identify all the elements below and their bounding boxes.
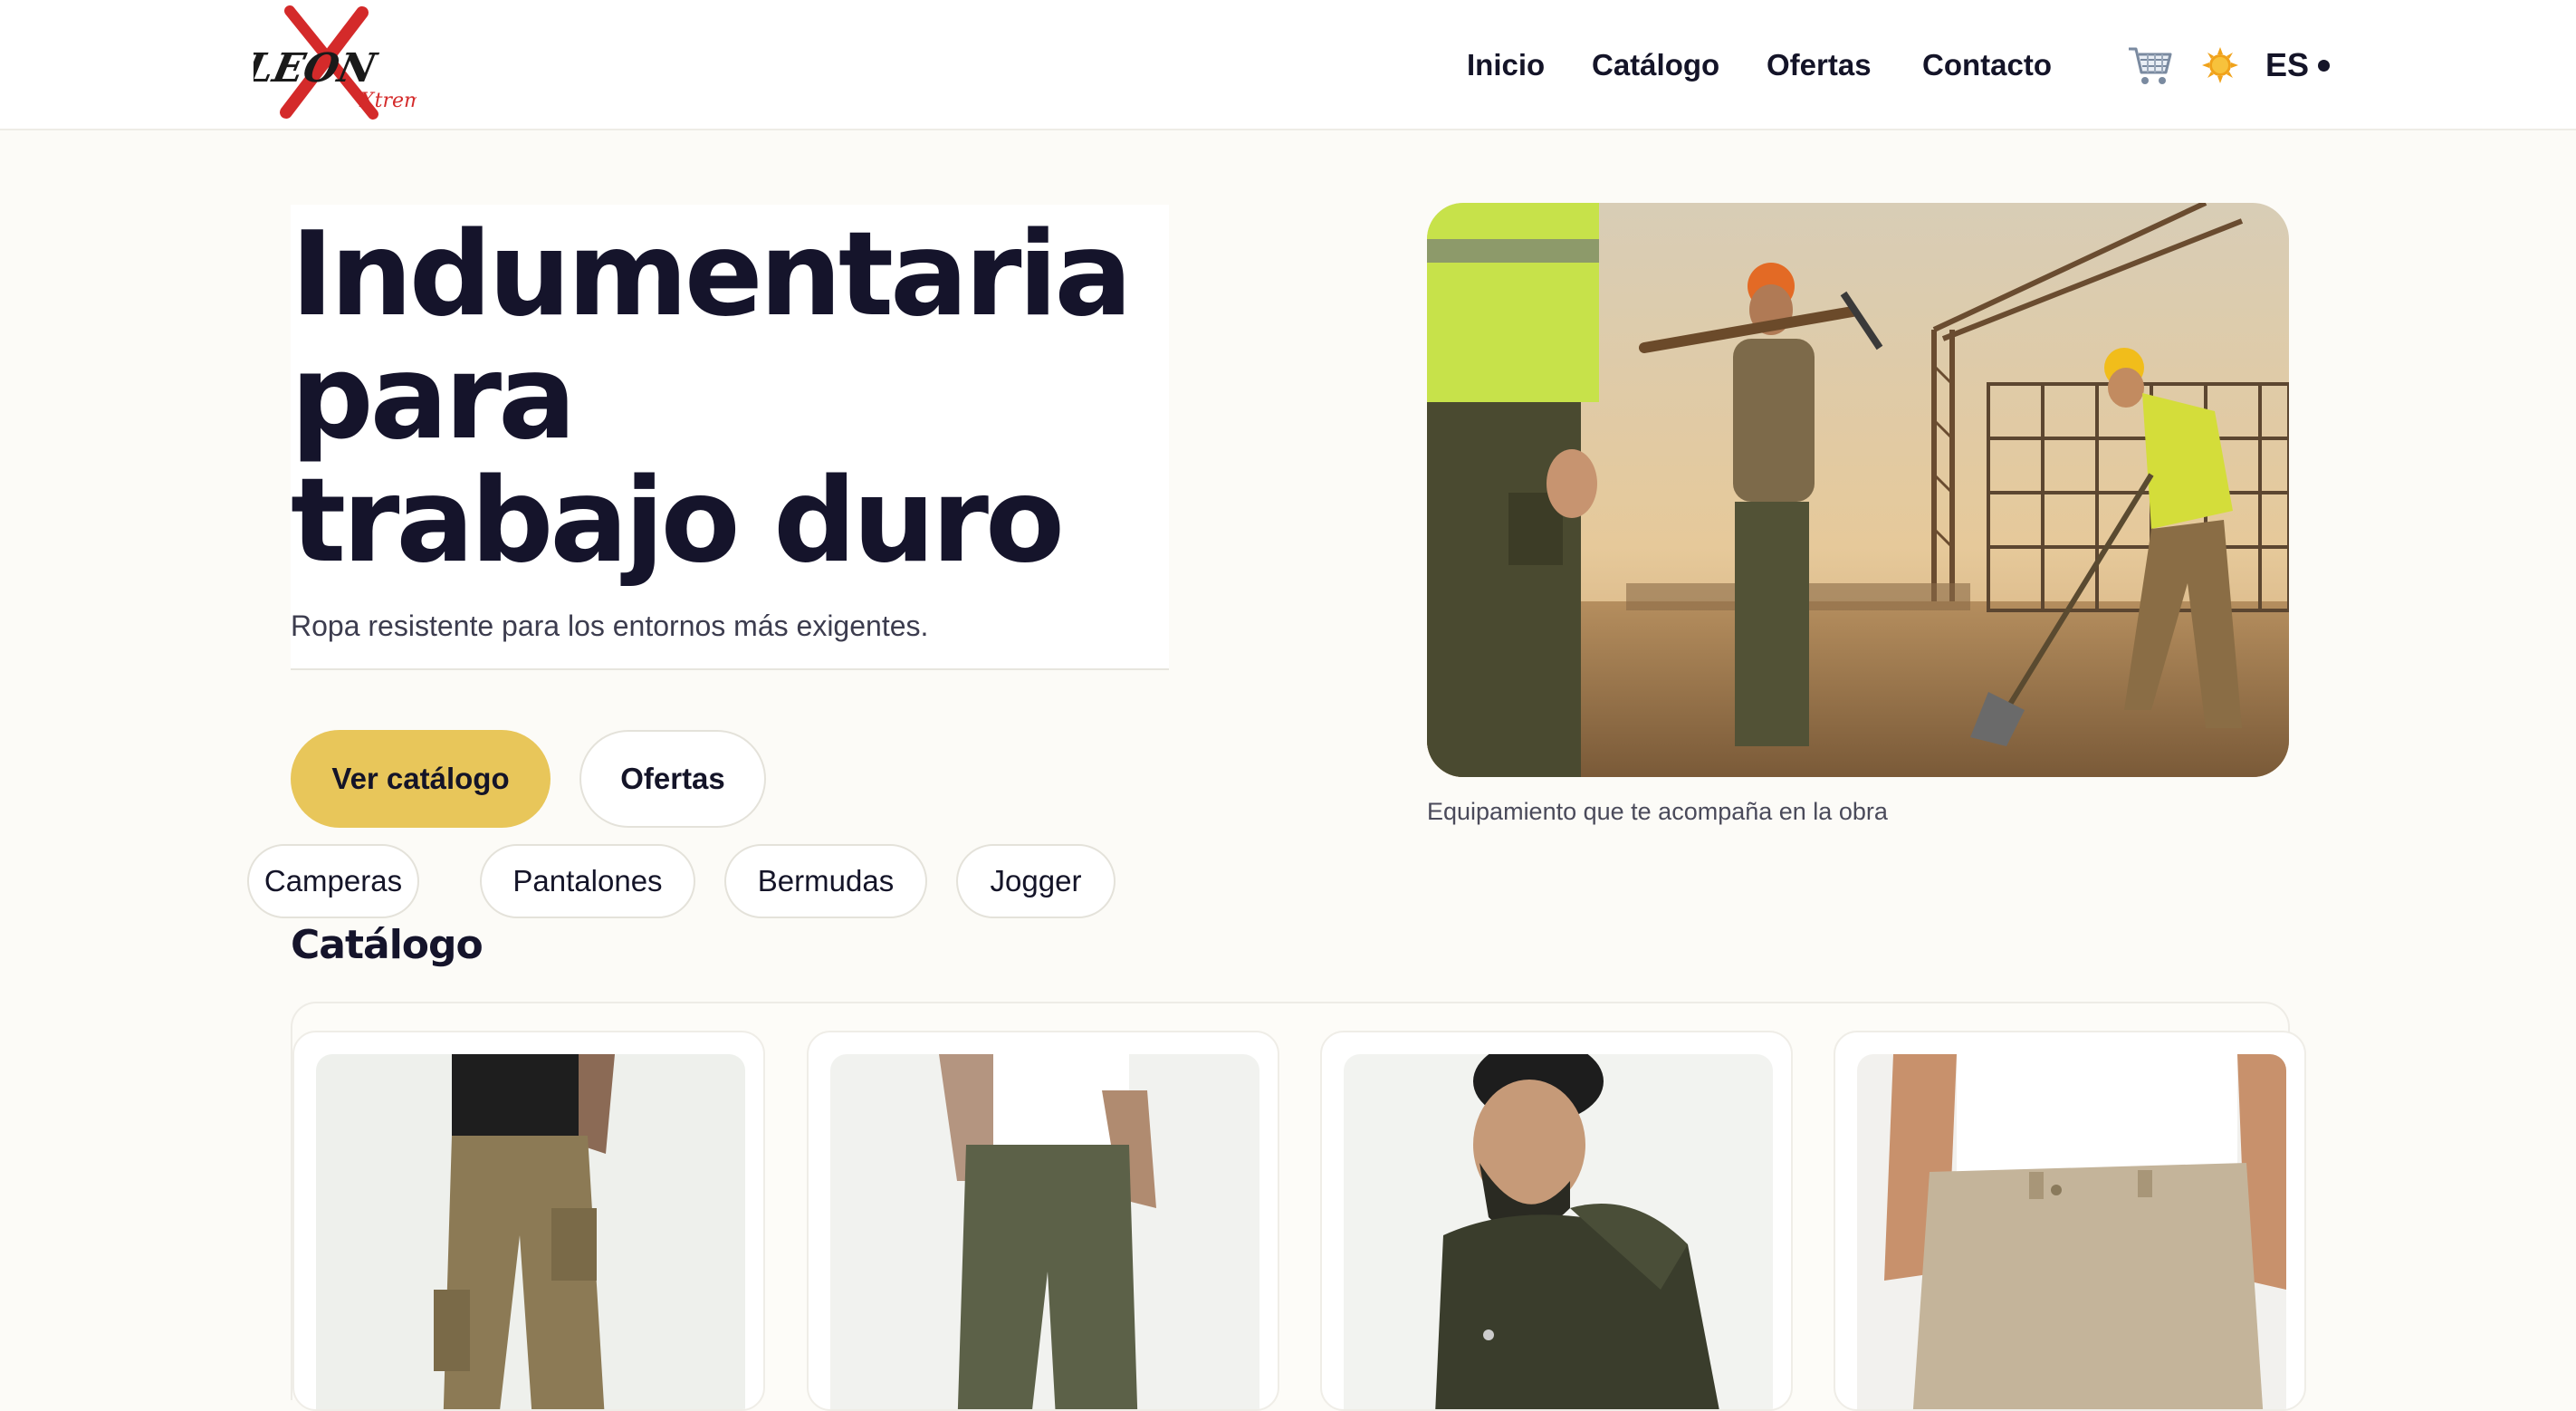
nav-ofertas[interactable]: Ofertas <box>1767 43 1872 87</box>
catalog-title: Catálogo <box>291 922 484 968</box>
hero-title-line-2: para <box>291 331 577 466</box>
category-chip-bermudas[interactable]: Bermudas <box>724 844 927 918</box>
cart-icon[interactable] <box>2126 43 2173 87</box>
hero-image-caption: Equipamiento que te acompaña en la obra <box>1427 798 1888 825</box>
offers-button[interactable]: Ofertas <box>579 730 766 828</box>
nav-contacto[interactable]: Contacto <box>1922 43 2052 87</box>
product-card[interactable] <box>807 1031 1279 1411</box>
svg-text:LEON: LEON <box>254 44 382 91</box>
product-image-beige-work-pants <box>1857 1054 2286 1409</box>
language-dot-icon <box>2318 59 2331 72</box>
language-label: ES <box>2265 46 2310 83</box>
hero-subtitle: Ropa resistente para los entornos más ex… <box>291 610 929 642</box>
category-chip-pantalones[interactable]: Pantalones <box>480 844 695 918</box>
product-image-olive-chino-pants <box>830 1054 1259 1409</box>
brand-logo[interactable]: LEON Xtrem <box>239 5 423 121</box>
site-header: LEON Xtrem Inicio Catálogo Ofertas Conta… <box>0 0 2576 130</box>
hero-construction-image <box>1427 203 2289 777</box>
category-chip-jogger[interactable]: Jogger <box>956 844 1116 918</box>
language-selector[interactable]: ES <box>2265 43 2331 87</box>
category-chip-camperas[interactable]: Camperas <box>247 844 419 918</box>
hero-title: Indumentaria para trabajo duro <box>291 214 1160 583</box>
sun-icon[interactable] <box>2202 47 2238 83</box>
svg-text:Xtrem: Xtrem <box>359 90 417 112</box>
product-card[interactable] <box>1320 1031 1793 1411</box>
hero-title-line-1: Indumentaria <box>291 207 1133 342</box>
nav-catalogo[interactable]: Catálogo <box>1592 43 1719 87</box>
product-image-khaki-cargo-pants <box>316 1054 745 1409</box>
hero-title-line-3: trabajo duro <box>291 454 1065 589</box>
product-image-olive-hooded-jacket <box>1344 1054 1773 1409</box>
nav-inicio[interactable]: Inicio <box>1467 43 1545 87</box>
view-catalog-button[interactable]: Ver catálogo <box>291 730 551 828</box>
product-card[interactable] <box>1834 1031 2306 1411</box>
product-card[interactable] <box>292 1031 765 1411</box>
